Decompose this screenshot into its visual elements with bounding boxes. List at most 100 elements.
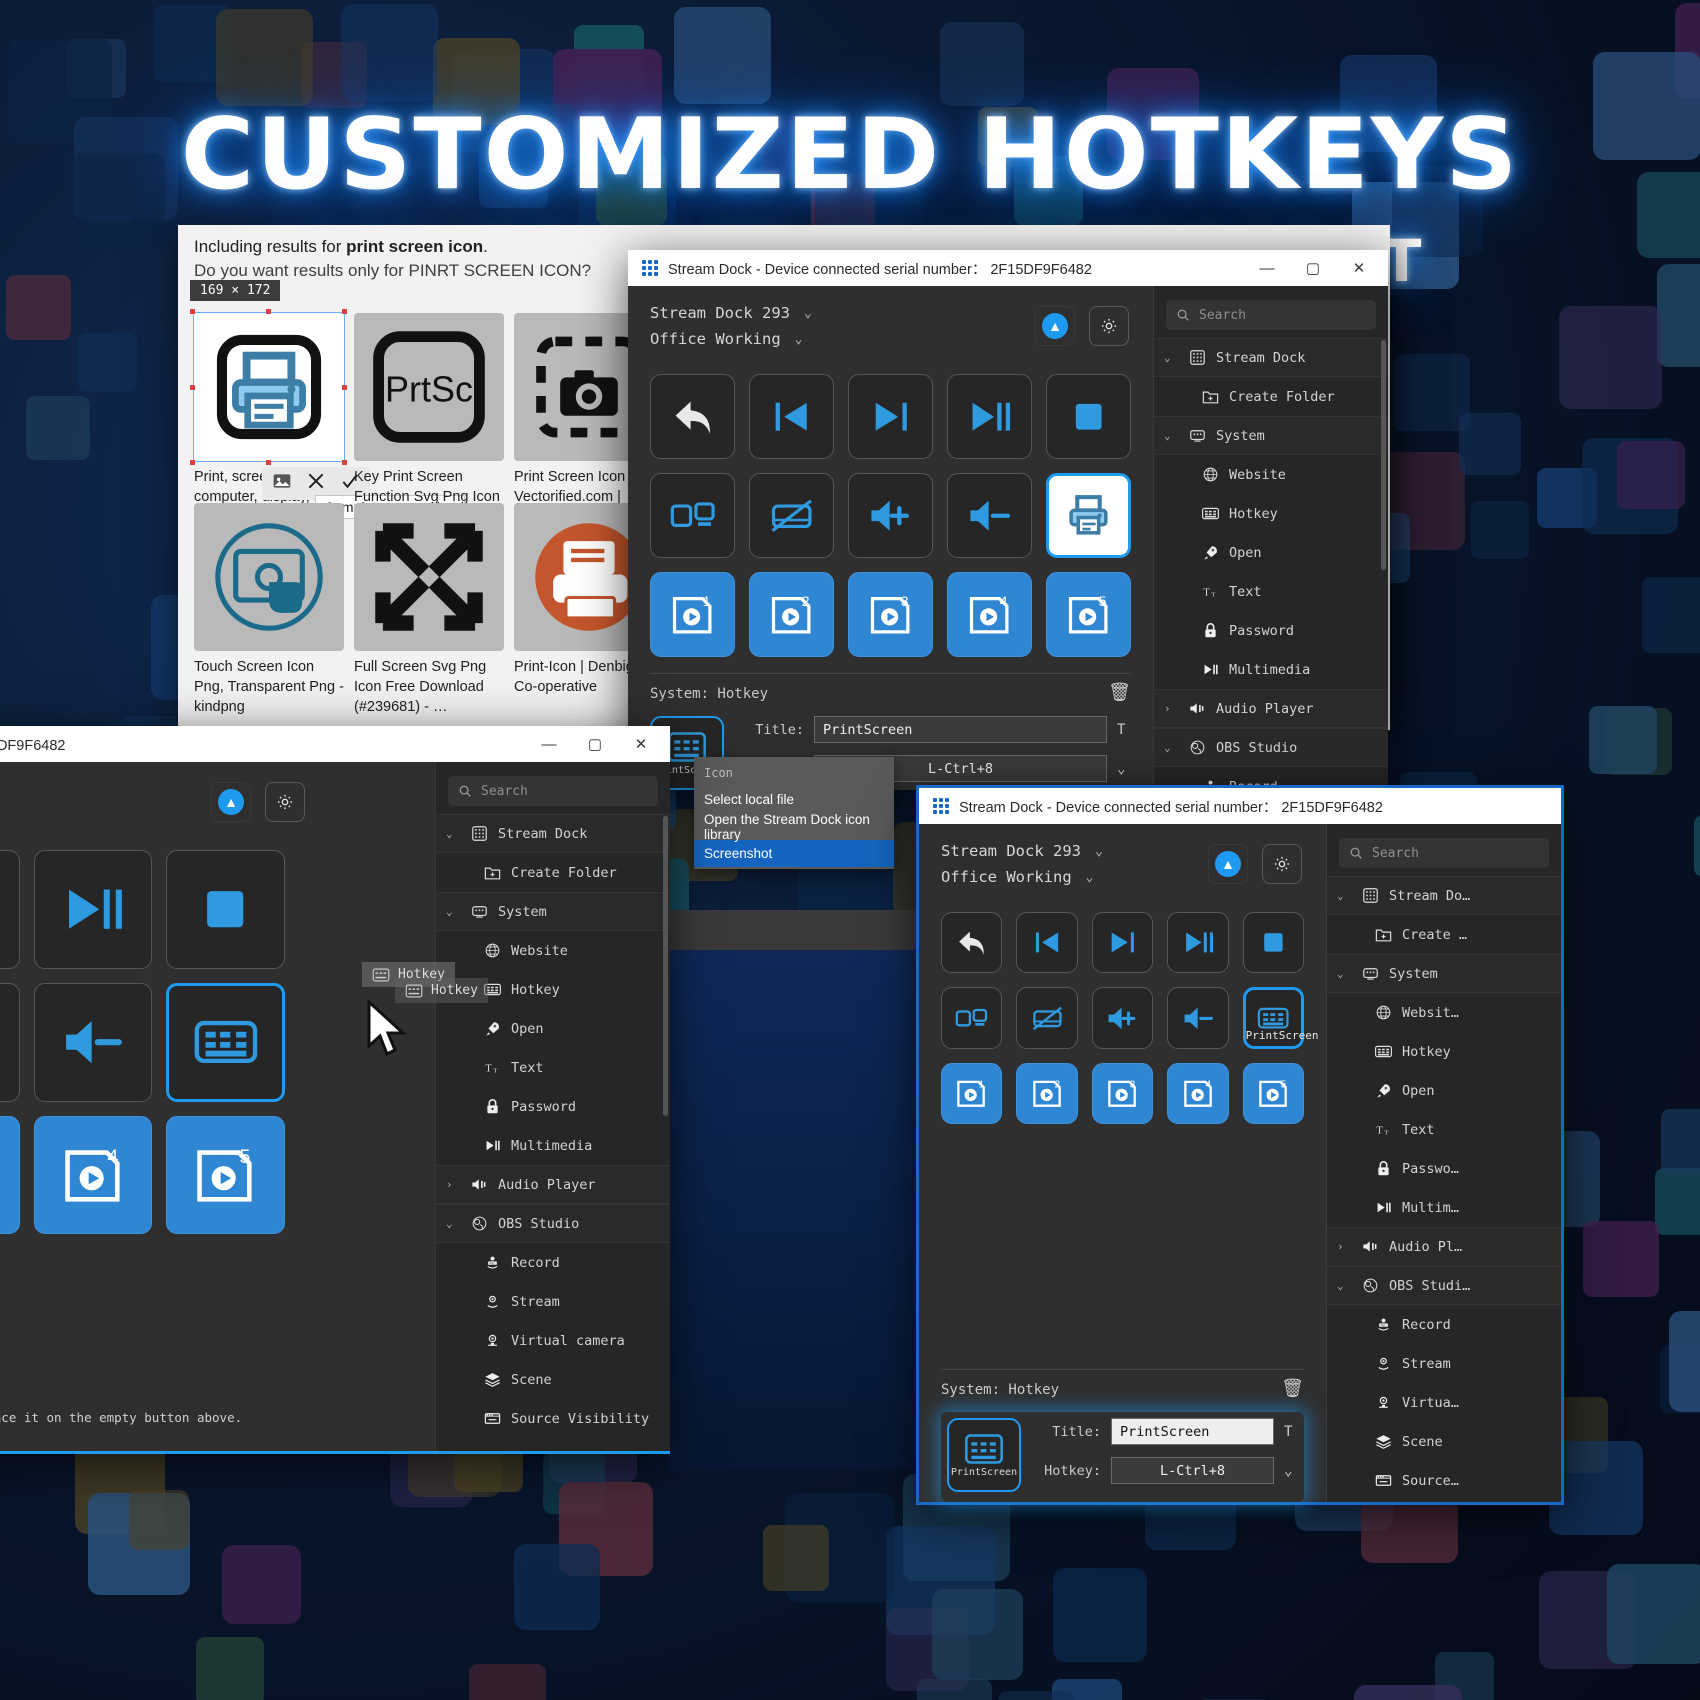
key-button[interactable]: 3 (848, 572, 933, 657)
minimize-icon[interactable]: — (526, 727, 572, 761)
tree-item-password[interactable]: Password (1154, 611, 1388, 650)
title-input[interactable]: PrintScreen (1111, 1418, 1274, 1445)
action-icon-preview[interactable]: PrintScreen (947, 1418, 1021, 1492)
tree-item-open[interactable]: Open (436, 1009, 670, 1048)
key-button[interactable] (1167, 912, 1228, 973)
key-button[interactable] (34, 850, 153, 969)
tree-item-scene[interactable]: Scene (1327, 1422, 1561, 1461)
tree-item-website[interactable]: Website (1154, 455, 1388, 494)
tree-item-system[interactable]: ⌄ System (1154, 416, 1388, 455)
key-button[interactable] (1092, 987, 1153, 1048)
tree-item-source[interactable]: Source… (1327, 1461, 1561, 1500)
chevron-down-icon[interactable]: ⌄ (1164, 351, 1178, 364)
chevron-right-icon[interactable]: › (1337, 1240, 1351, 1253)
key-button[interactable] (941, 987, 1002, 1048)
key-button[interactable]: 3 (0, 1116, 20, 1235)
tree-item-source-visibility[interactable]: Source Visibility (436, 1399, 670, 1438)
tree-item-system[interactable]: ⌄ System (1327, 954, 1561, 993)
upload-button[interactable]: ▲ (1035, 306, 1075, 346)
settings-button[interactable] (1089, 306, 1129, 346)
selection-handle[interactable] (190, 385, 195, 390)
key-button[interactable] (1092, 912, 1153, 973)
icon-context-menu[interactable]: Icon Select local file Open the Stream D… (694, 757, 894, 869)
search-input[interactable]: Search (1339, 838, 1549, 868)
profile-selector[interactable]: …king ⌄ (0, 806, 413, 824)
key-button[interactable] (848, 473, 933, 558)
result-card-5[interactable]: Full Screen Svg Png Icon Free Download (… (354, 503, 504, 717)
key-button[interactable]: 4 (1167, 1063, 1228, 1124)
settings-button[interactable] (1262, 844, 1302, 884)
tree-item-text[interactable]: T TText (1154, 572, 1388, 611)
selection-handle[interactable] (266, 309, 271, 314)
titlebar[interactable]: Stream Dock - Device connected serial nu… (919, 788, 1561, 824)
tree-item-create[interactable]: Create … (1327, 915, 1561, 954)
key-button[interactable] (947, 473, 1032, 558)
action-tree[interactable]: ⌄ Stream Do… Create …⌄ System Websit… (1327, 876, 1561, 1502)
maximize-icon[interactable]: ▢ (1290, 251, 1336, 285)
key-button[interactable] (34, 983, 153, 1102)
selection-handle[interactable] (342, 385, 347, 390)
search-input[interactable]: Search (1166, 300, 1376, 330)
sidebar-scrollbar[interactable] (1381, 340, 1386, 570)
tree-item-website[interactable]: Website (436, 931, 670, 970)
tree-item-passwo[interactable]: Passwo… (1327, 1149, 1561, 1188)
delete-icon[interactable]: 🗑 (1108, 682, 1131, 703)
tree-item-stream-dock[interactable]: ⌄ Stream Dock (436, 814, 670, 853)
only-term[interactable]: PINRT SCREEN ICON? (408, 261, 591, 280)
tree-item-audio-pl[interactable]: ›Audio Pl… (1327, 1227, 1561, 1266)
close-icon[interactable]: ✕ (618, 727, 664, 761)
chevron-down-icon[interactable]: ⌄ (1337, 967, 1351, 980)
selection-handle[interactable] (190, 309, 195, 314)
selection-handle[interactable] (190, 460, 195, 465)
device-selector[interactable]: …ck 293 ⌄ (0, 780, 413, 798)
key-button[interactable]: 2 (1016, 1063, 1077, 1124)
action-tree[interactable]: ⌄ Stream Dock Create Folder⌄ System Webs… (436, 814, 670, 1451)
upload-button[interactable]: ▲ (1208, 844, 1248, 884)
key-button[interactable]: 5 (166, 1116, 285, 1235)
tree-item-audio-player[interactable]: ›Audio Player (436, 1165, 670, 1204)
text-style-icon[interactable]: T (1284, 1424, 1298, 1440)
upload-button[interactable]: ▲ (211, 782, 251, 822)
chevron-down-icon[interactable]: ⌄ (1337, 889, 1351, 902)
key-button[interactable] (0, 983, 20, 1102)
tree-item-text[interactable]: T TText (1327, 1110, 1561, 1149)
key-button[interactable] (848, 374, 933, 459)
key-button[interactable]: 3 (1092, 1063, 1153, 1124)
chevron-down-icon[interactable]: ⌄ (1164, 429, 1178, 442)
text-style-icon[interactable]: T (1117, 722, 1131, 738)
action-tree[interactable]: ⌄ Stream Dock Create Folder⌄ System Webs… (1154, 338, 1388, 790)
maximize-icon[interactable]: ▢ (572, 727, 618, 761)
tree-item-stream-do[interactable]: ⌄ Stream Do… (1327, 876, 1561, 915)
key-button[interactable] (1016, 987, 1077, 1048)
key-button[interactable] (0, 850, 20, 969)
chevron-down-icon[interactable]: ⌄ (1284, 1463, 1298, 1479)
tree-item-scene[interactable]: Scene (436, 1360, 670, 1399)
titlebar[interactable]: Stream Dock - Device connected serial nu… (628, 250, 1388, 286)
key-button[interactable]: 1 (650, 572, 735, 657)
title-input[interactable]: PrintScreen (814, 716, 1107, 743)
tree-item-password[interactable]: Password (436, 1087, 670, 1126)
key-grid[interactable]: 1 2 3 4 5 (628, 360, 1153, 663)
tree-item-obs-studio[interactable]: ⌄ OBS Studio (1154, 728, 1388, 767)
key-button[interactable] (1046, 473, 1131, 558)
titlebar[interactable]: …e connected serial number： 2F15DF9F6482… (0, 726, 670, 762)
tree-item-open[interactable]: Open (1327, 1071, 1561, 1110)
tree-item-open[interactable]: Open (1154, 533, 1388, 572)
key-button[interactable] (650, 473, 735, 558)
tree-item-multimedia[interactable]: Multimedia (1154, 650, 1388, 689)
search-input[interactable]: Search (448, 776, 658, 806)
tree-item-stream-dock[interactable]: ⌄ Stream Dock (1154, 338, 1388, 377)
key-button[interactable]: PrintScreen (1243, 987, 1304, 1048)
key-button[interactable] (1243, 912, 1304, 973)
key-button[interactable] (1167, 987, 1228, 1048)
hotkey-input[interactable]: L-Ctrl+8 (1111, 1457, 1274, 1484)
tree-item-stream[interactable]: Stream (436, 1282, 670, 1321)
delete-icon[interactable]: 🗑 (1281, 1378, 1304, 1399)
tree-item-virtual-camera[interactable]: Virtual camera (436, 1321, 670, 1360)
chevron-right-icon[interactable]: › (1164, 702, 1178, 715)
tree-item-obs-studi[interactable]: ⌄ OBS Studi… (1327, 1266, 1561, 1305)
tree-item-hotkey[interactable]: Hotkey (1154, 494, 1388, 533)
tree-item-create-folder[interactable]: Create Folder (436, 853, 670, 892)
chevron-down-icon[interactable]: ⌄ (1164, 741, 1178, 754)
key-button[interactable] (749, 374, 834, 459)
